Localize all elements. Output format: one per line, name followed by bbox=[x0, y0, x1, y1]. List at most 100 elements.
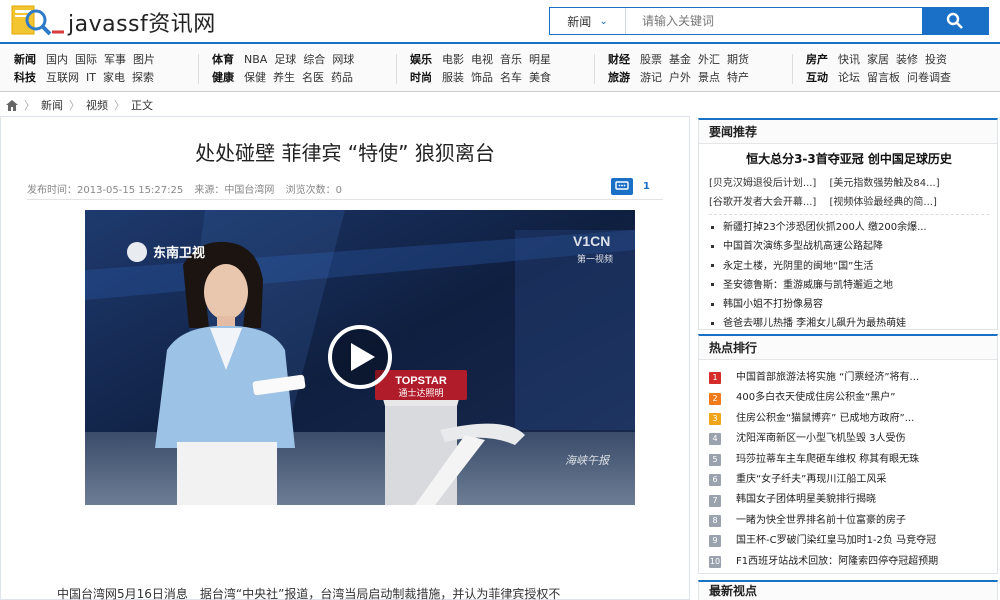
home-icon[interactable] bbox=[6, 99, 18, 111]
nav-link[interactable]: 景点 bbox=[698, 71, 720, 84]
nav-link[interactable]: 基金 bbox=[669, 53, 691, 66]
nav-link[interactable]: 电影 bbox=[442, 53, 464, 66]
breadcrumb-item-news[interactable]: 新闻 bbox=[41, 97, 63, 113]
nav-link[interactable]: 股票 bbox=[640, 53, 662, 66]
nav-link[interactable]: 互联网 bbox=[46, 71, 79, 84]
nav-link[interactable]: 保健 bbox=[244, 71, 266, 84]
list-item[interactable]: 1 中国首部旅游法将实施 “门票经济”将有... bbox=[709, 368, 994, 388]
breadcrumb-item-video[interactable]: 视频 bbox=[86, 97, 108, 113]
site-title[interactable]: javassf资讯网 bbox=[68, 6, 216, 38]
nav-link[interactable]: 图片 bbox=[133, 53, 155, 66]
list-item-label: 韩国女子团体明星美貌排行揭晓 bbox=[736, 494, 876, 506]
nav-category-head[interactable]: 娱乐 bbox=[410, 53, 432, 66]
nav-link[interactable]: 饰品 bbox=[471, 71, 493, 84]
article-panel: 处处碰壁 菲律宾 “特使” 狼狈离台 发布时间：2013-05-15 15:27… bbox=[0, 116, 690, 600]
nav-group: 新闻 国内 国际 军事 图片科技 互联网 IT 家电 探索 bbox=[14, 52, 162, 88]
channel-logo: 东南卫视 bbox=[153, 245, 205, 261]
main-nav: 新闻 国内 国际 军事 图片科技 互联网 IT 家电 探索 体育 NBA 足球 综合 网球健康 保健 养生 名医… bbox=[0, 42, 1000, 92]
list-item[interactable]: 3 住房公积金“猫鼠博弈” 已成地方政府”... bbox=[709, 409, 994, 429]
nav-link[interactable]: 游记 bbox=[640, 71, 662, 84]
nav-row: 互动 论坛 留言板 问卷调查 bbox=[806, 70, 958, 86]
latest-heading: 最新视点 bbox=[699, 582, 997, 600]
list-item[interactable]: 韩国小姐不打扮像易容 bbox=[711, 295, 996, 314]
featured-sub-link[interactable]: [谷歌开发者大会开幕...] bbox=[709, 197, 816, 208]
featured-sub-links-row: [谷歌开发者大会开幕...] [视频体验最经典的简...] bbox=[709, 193, 947, 208]
list-item[interactable]: 中国首次演练多型战机高速公路起降 bbox=[711, 237, 996, 256]
nav-category-head[interactable]: 财经 bbox=[608, 53, 630, 66]
list-item[interactable]: 永定土楼，光阴里的闽地“国”生活 bbox=[711, 257, 996, 276]
article-meta: 发布时间：2013-05-15 15:27:25 来源：中国台湾网 浏览次数：0 bbox=[27, 181, 350, 196]
nav-category-head[interactable]: 体育 bbox=[212, 53, 234, 66]
nav-link[interactable]: 论坛 bbox=[838, 71, 860, 84]
nav-link[interactable]: 药品 bbox=[331, 71, 353, 84]
nav-link[interactable]: 服装 bbox=[442, 71, 464, 84]
nav-link[interactable]: 国际 bbox=[75, 53, 97, 66]
featured-sub-link[interactable]: [贝克汉姆退役后计划...] bbox=[709, 178, 816, 189]
nav-category-head[interactable]: 互动 bbox=[806, 71, 828, 84]
podium-brand: TOPSTAR bbox=[395, 375, 447, 387]
nav-link[interactable]: 名医 bbox=[302, 71, 324, 84]
list-item[interactable]: 7 韩国女子团体明星美貌排行揭晓 bbox=[709, 490, 994, 510]
breadcrumb-separator: 〉 bbox=[114, 99, 125, 112]
featured-sub-link[interactable]: [视频体验最经典的简...] bbox=[830, 197, 937, 208]
search-bar: 新闻 ⌄ bbox=[549, 7, 989, 35]
rank-badge-icon: 3 bbox=[709, 412, 721, 425]
nav-link[interactable]: 综合 bbox=[303, 53, 325, 66]
nav-link[interactable]: 外汇 bbox=[698, 53, 720, 66]
nav-separator bbox=[792, 54, 793, 84]
nav-link[interactable]: 户外 bbox=[669, 71, 691, 84]
nav-link[interactable]: 军事 bbox=[104, 53, 126, 66]
article-title: 处处碰壁 菲律宾 “特使” 狼狈离台 bbox=[195, 141, 495, 165]
nav-link[interactable]: 期货 bbox=[727, 53, 749, 66]
list-item[interactable]: 5 玛莎拉蒂车主车爬砸车维权 称其有眼无珠 bbox=[709, 450, 994, 470]
search-input[interactable] bbox=[626, 8, 922, 34]
featured-heading: 要闻推荐 bbox=[699, 120, 997, 144]
play-icon[interactable] bbox=[328, 325, 392, 389]
nav-group: 娱乐 电影 电视 音乐 明星时尚 服装 饰品 名车 美食 bbox=[410, 52, 558, 88]
nav-category-head[interactable]: 旅游 bbox=[608, 71, 630, 84]
search-button[interactable] bbox=[922, 8, 988, 34]
list-item[interactable]: 10 F1西班牙站战术回放：阿隆索四停夺冠超预期 bbox=[709, 552, 994, 572]
nav-link[interactable]: NBA bbox=[244, 53, 267, 66]
nav-link[interactable]: 美食 bbox=[529, 71, 551, 84]
nav-link[interactable]: 探索 bbox=[132, 71, 154, 84]
nav-link[interactable]: 家居 bbox=[867, 53, 889, 66]
search-category-select[interactable]: 新闻 ⌄ bbox=[550, 8, 626, 34]
nav-link[interactable]: IT bbox=[86, 71, 96, 84]
list-item[interactable]: 4 沈阳浑南新区一小型飞机坠毁 3人受伤 bbox=[709, 429, 994, 449]
nav-category-head[interactable]: 时尚 bbox=[410, 71, 432, 84]
nav-category-head[interactable]: 科技 bbox=[14, 71, 36, 84]
list-item[interactable]: 2 400多白衣天使成住房公积金“黑户” bbox=[709, 388, 994, 408]
nav-category-head[interactable]: 新闻 bbox=[14, 53, 36, 66]
nav-link[interactable]: 问卷调查 bbox=[907, 71, 951, 84]
nav-link[interactable]: 网球 bbox=[332, 53, 354, 66]
nav-link[interactable]: 特产 bbox=[727, 71, 749, 84]
list-item[interactable]: 爸爸去哪儿热播 李湘女儿飙升为最热萌娃 bbox=[711, 314, 996, 333]
list-item[interactable]: 圣安德鲁斯：重游威廉与凯特邂逅之地 bbox=[711, 276, 996, 295]
nav-link[interactable]: 明星 bbox=[529, 53, 551, 66]
nav-link[interactable]: 家电 bbox=[103, 71, 125, 84]
nav-category-head[interactable]: 房产 bbox=[806, 53, 828, 66]
video-player[interactable]: TOPSTAR 通士达照明 东南卫视 V1CN 第一视频 海峡午报 bbox=[85, 210, 635, 505]
nav-link[interactable]: 装修 bbox=[896, 53, 918, 66]
nav-link[interactable]: 养生 bbox=[273, 71, 295, 84]
nav-row: 时尚 服装 饰品 名车 美食 bbox=[410, 70, 558, 86]
list-item[interactable]: 6 重庆“女子纤夫”再现川江船工风采 bbox=[709, 470, 994, 490]
list-item[interactable]: 9 国王杯-C罗破门染红皇马加时1-2负 马竞夺冠 bbox=[709, 531, 994, 551]
nav-link[interactable]: 足球 bbox=[274, 53, 296, 66]
nav-link[interactable]: 电视 bbox=[471, 53, 493, 66]
video-frame: TOPSTAR 通士达照明 东南卫视 V1CN 第一视频 海峡午报 bbox=[85, 210, 635, 505]
nav-link[interactable]: 音乐 bbox=[500, 53, 522, 66]
nav-category-head[interactable]: 健康 bbox=[212, 71, 234, 84]
nav-link[interactable]: 国内 bbox=[46, 53, 68, 66]
nav-link[interactable]: 名车 bbox=[500, 71, 522, 84]
nav-link[interactable]: 快讯 bbox=[838, 53, 860, 66]
list-item[interactable]: 8 一睹为快全世界排名前十位富豪的房子 bbox=[709, 511, 994, 531]
featured-headline[interactable]: 恒大总分3-3首夺亚冠 创中国足球历史 bbox=[699, 150, 999, 167]
nav-link[interactable]: 留言板 bbox=[867, 71, 900, 84]
comment-button[interactable]: 1 bbox=[611, 178, 650, 195]
nav-link[interactable]: 投资 bbox=[925, 53, 947, 66]
featured-sub-link[interactable]: [美元指数强势触及84...] bbox=[830, 178, 940, 189]
list-item[interactable]: 新疆打掉23个涉恐团伙抓200人 缴200余爆... bbox=[711, 218, 996, 237]
site-logo[interactable] bbox=[6, 2, 68, 40]
